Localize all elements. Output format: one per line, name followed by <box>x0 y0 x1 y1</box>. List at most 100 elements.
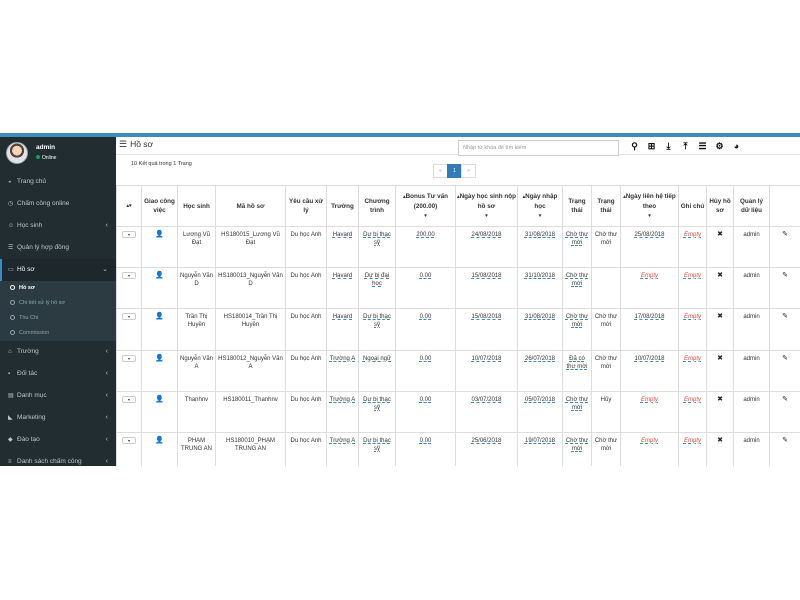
column-header[interactable]: Trường <box>326 185 359 227</box>
upload-icon[interactable]: ⤒ <box>679 140 692 153</box>
note[interactable]: Empty <box>684 438 701 444</box>
user-icon[interactable]: 👤 <box>155 437 164 444</box>
status[interactable]: Đã có thư mời <box>567 356 588 370</box>
sidebar-item-b0[interactable]: ⌂ Trường ‹ <box>0 341 116 363</box>
next-contact[interactable]: 10/07/2018 <box>634 356 664 362</box>
pager-next[interactable]: » <box>461 164 476 178</box>
bonus[interactable]: 0.00 <box>420 314 432 320</box>
column-header[interactable]: Trạng thái <box>562 185 592 227</box>
user-icon[interactable]: 👤 <box>155 313 164 320</box>
column-header[interactable]: Hủy hồ sơ <box>706 185 734 227</box>
note[interactable]: Empty <box>684 397 701 403</box>
column-header[interactable]: ▴Ngày nhập học ▾ <box>517 185 563 227</box>
submit-date[interactable]: 10/07/2018 <box>471 356 501 362</box>
next-contact[interactable]: 25/08/2018 <box>634 232 664 238</box>
submenu-item[interactable]: Thu Chi <box>0 311 116 326</box>
bonus[interactable]: 0.00 <box>420 397 432 403</box>
next-contact[interactable]: Empty <box>641 438 658 444</box>
note[interactable]: Empty <box>684 314 701 320</box>
edit-icon[interactable]: ✎ <box>782 396 788 403</box>
school[interactable]: Havard <box>333 232 352 238</box>
edit-icon[interactable]: ✎ <box>782 313 788 320</box>
submit-date[interactable]: 25/06/2018 <box>471 438 501 444</box>
next-contact[interactable]: Empty <box>641 273 658 279</box>
sidebar-item-b3[interactable]: ◣ Marketing ‹ <box>0 407 116 429</box>
program[interactable]: Dự bị thạc sỹ <box>363 232 391 246</box>
next-contact[interactable]: Empty <box>641 397 658 403</box>
note[interactable]: Empty <box>684 356 701 362</box>
enroll-date[interactable]: 31/08/2018 <box>525 232 555 238</box>
column-header[interactable]: Mã hồ sơ <box>215 185 286 227</box>
pager-page-1[interactable]: 1 <box>447 164 462 178</box>
note[interactable]: Empty <box>684 273 701 279</box>
status[interactable]: Chờ thư mời <box>566 438 588 452</box>
edit-icon[interactable]: ✎ <box>782 437 788 444</box>
program[interactable]: Dự bị đại học <box>365 273 389 287</box>
edit-icon[interactable]: ✎ <box>782 272 788 279</box>
user-icon[interactable]: 👤 <box>155 396 164 403</box>
school[interactable]: Havard <box>333 314 352 320</box>
status[interactable]: Chờ thư mời <box>566 273 588 287</box>
status[interactable]: Chờ thư mời <box>566 314 588 328</box>
cancel-icon[interactable]: ✖ <box>717 313 723 320</box>
status[interactable]: Chờ thư mời <box>566 232 588 246</box>
submenu-item[interactable]: Commission <box>0 326 116 341</box>
user-icon[interactable]: 👤 <box>155 231 164 238</box>
row-actions-dropdown[interactable]: ▾ <box>122 395 136 403</box>
school[interactable]: Trường A <box>330 356 355 362</box>
submenu-item[interactable]: Hồ sơ <box>0 281 116 296</box>
bonus[interactable]: 200.00 <box>416 232 434 238</box>
sidebar-item-a3[interactable]: ☰ Quản lý hợp đồng <box>0 237 116 259</box>
user-icon[interactable]: 👤 <box>155 272 164 279</box>
column-header[interactable]: Quản lý dữ liệu <box>733 185 770 227</box>
program[interactable]: Dự bị thạc sỹ <box>363 438 391 452</box>
bonus[interactable]: 0.00 <box>420 273 432 279</box>
column-header[interactable]: ▴Ngày liên hệ tiếp theo ▾ <box>620 185 679 227</box>
enroll-date[interactable]: 31/10/2018 <box>525 273 555 279</box>
column-header[interactable]: Ghi chú <box>678 185 707 227</box>
enroll-date[interactable]: 05/07/2018 <box>525 397 555 403</box>
school[interactable]: Trường A <box>330 397 355 403</box>
enroll-date[interactable]: 19/07/2018 <box>525 438 555 444</box>
program[interactable]: Ngoại ngữ <box>363 356 391 362</box>
edit-icon[interactable]: ✎ <box>782 355 788 362</box>
note[interactable]: Empty <box>684 232 701 238</box>
enroll-date[interactable]: 31/08/2018 <box>525 314 555 320</box>
edit-icon[interactable]: ✎ <box>782 231 788 238</box>
bonus[interactable]: 0.00 <box>420 438 432 444</box>
search-icon[interactable]: ⚲ <box>628 140 641 153</box>
column-header[interactable]: ▴Bonus Tư vấn (200.00) ▾ <box>395 185 456 227</box>
submit-date[interactable]: 03/07/2018 <box>471 397 501 403</box>
column-header[interactable]: Yêu cầu xử lý <box>285 185 327 227</box>
column-header[interactable]: Học sinh <box>177 185 216 227</box>
cancel-icon[interactable]: ✖ <box>717 396 723 403</box>
cancel-icon[interactable]: ✖ <box>717 437 723 444</box>
school[interactable]: Havard <box>333 273 352 279</box>
bonus[interactable]: 0.00 <box>420 356 432 362</box>
program[interactable]: Dự bị thạc sỹ <box>363 397 391 411</box>
add-icon[interactable]: ⊞ <box>645 140 658 153</box>
enroll-date[interactable]: 26/07/2018 <box>525 356 555 362</box>
row-actions-dropdown[interactable]: ▾ <box>122 313 136 321</box>
row-actions-dropdown[interactable]: ▾ <box>122 272 136 280</box>
school[interactable]: Trường A <box>330 438 355 444</box>
user-icon[interactable]: 👤 <box>155 355 164 362</box>
sidebar-item-b2[interactable]: ▤ Danh mục ‹ <box>0 385 116 407</box>
row-actions-dropdown[interactable]: ▾ <box>122 231 136 238</box>
column-header[interactable]: ▴Ngày học sinh nộp hồ sơ ▾ <box>455 185 518 227</box>
column-header[interactable]: Giao công việc <box>141 185 178 227</box>
sidebar-item-b1[interactable]: ▪ Đối tác ‹ <box>0 363 116 385</box>
search-input[interactable]: Nhập từ khóa để tìm kiếm <box>458 140 619 156</box>
cancel-icon[interactable]: ✖ <box>717 272 723 279</box>
sort-icon[interactable]: ▴▾ <box>126 203 131 209</box>
program[interactable]: Dự bị thạc sỹ <box>363 314 391 328</box>
chart-icon[interactable]: ◕ <box>730 140 743 153</box>
submit-date[interactable]: 15/08/2018 <box>471 314 501 320</box>
submit-date[interactable]: 24/08/2018 <box>471 232 501 238</box>
row-actions-dropdown[interactable]: ▾ <box>122 354 136 362</box>
column-header[interactable]: Trạng thái <box>591 185 621 227</box>
settings-icon[interactable]: ⚙ <box>713 140 726 153</box>
submenu-item[interactable]: Chi tiết xử lý hồ sơ <box>0 296 116 311</box>
cancel-icon[interactable]: ✖ <box>717 231 723 238</box>
columns-icon[interactable]: ☰ <box>696 140 709 153</box>
